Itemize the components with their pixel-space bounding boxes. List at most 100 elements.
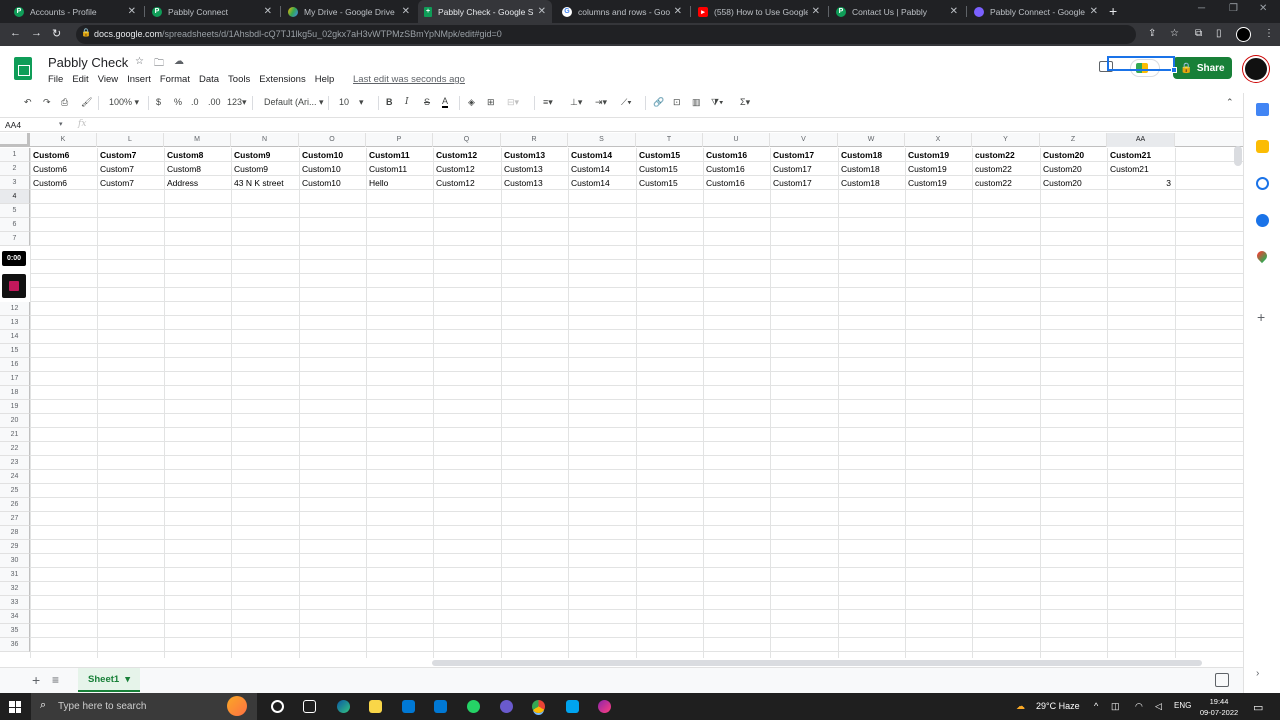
row-header[interactable]: 33 xyxy=(0,596,30,610)
row-header[interactable]: 28 xyxy=(0,526,30,540)
sheets-logo-icon[interactable] xyxy=(14,57,32,80)
text-color-icon[interactable]: A xyxy=(442,97,449,108)
column-header[interactable]: O xyxy=(299,133,366,147)
insert-chart-icon[interactable]: ▥ xyxy=(692,97,701,108)
row-header[interactable]: 24 xyxy=(0,470,30,484)
font-size-select[interactable]: 10 ▾ xyxy=(339,97,364,108)
column-header[interactable]: K xyxy=(30,133,97,147)
column-header[interactable]: P xyxy=(366,133,433,147)
browser-tab[interactable]: Pabbly Connect - Google ✕ xyxy=(968,0,1104,23)
fill-handle[interactable] xyxy=(1171,67,1177,73)
row-header[interactable]: 20 xyxy=(0,414,30,428)
add-sheet-icon[interactable]: + xyxy=(32,672,40,688)
data-cell[interactable]: Custom15 xyxy=(636,176,703,190)
data-cell[interactable]: Custom13 xyxy=(501,176,568,190)
browser-tab[interactable]: P Pabbly Connect ✕ xyxy=(146,0,278,23)
data-cell[interactable]: Custom16 xyxy=(703,176,770,190)
menu-file[interactable]: File xyxy=(48,74,63,85)
column-header[interactable]: W xyxy=(838,133,905,147)
keep-icon[interactable] xyxy=(1256,140,1269,153)
column-header[interactable]: Y xyxy=(972,133,1040,147)
header-cell[interactable]: Custom13 xyxy=(501,148,568,162)
column-header[interactable]: Z xyxy=(1040,133,1107,147)
selected-cell[interactable] xyxy=(1107,56,1175,71)
header-cell[interactable]: Custom16 xyxy=(703,148,770,162)
column-header[interactable]: N xyxy=(231,133,299,147)
data-cell[interactable]: Custom18 xyxy=(838,176,905,190)
row-header[interactable]: 1 xyxy=(0,148,30,162)
row-header[interactable]: 35 xyxy=(0,624,30,638)
close-tab-icon[interactable]: ✕ xyxy=(538,6,546,17)
data-cell[interactable]: Hello xyxy=(366,176,433,190)
row-header[interactable]: 19 xyxy=(0,400,30,414)
header-cell[interactable]: Custom17 xyxy=(770,148,837,162)
column-header[interactable]: V xyxy=(770,133,838,147)
select-all-corner[interactable] xyxy=(0,133,30,147)
data-cell[interactable]: Custom10 xyxy=(299,176,366,190)
insert-comment-icon[interactable]: ⊡ xyxy=(673,97,681,108)
data-cell[interactable]: Custom14 xyxy=(568,162,635,176)
data-cell[interactable]: Address xyxy=(164,176,231,190)
profile-avatar[interactable] xyxy=(1236,27,1251,42)
header-cell[interactable]: custom22 xyxy=(972,148,1039,162)
filter-icon[interactable]: ⧩▾ xyxy=(711,97,723,108)
merge-cells-icon[interactable]: ⊟▾ xyxy=(507,97,519,108)
horizontal-align-icon[interactable]: ≡▾ xyxy=(543,97,553,108)
app-icon[interactable] xyxy=(500,700,513,713)
weather-text[interactable]: 29°C Haze xyxy=(1036,701,1080,711)
row-header[interactable]: 14 xyxy=(0,330,30,344)
chevron-up-icon[interactable]: ^ xyxy=(1094,701,1098,711)
mail-icon[interactable] xyxy=(434,700,447,713)
edge-icon[interactable] xyxy=(337,700,350,713)
row-header[interactable]: 7 xyxy=(0,232,30,246)
collapse-menus-icon[interactable]: ⌃ xyxy=(1226,97,1234,108)
column-header[interactable]: AA xyxy=(1107,133,1175,147)
data-cell[interactable]: Custom9 xyxy=(231,162,298,176)
windows-start-icon[interactable] xyxy=(9,701,21,713)
data-cell[interactable]: Custom19 xyxy=(905,162,972,176)
close-tab-icon[interactable]: ✕ xyxy=(402,6,410,17)
maps-icon[interactable] xyxy=(1254,248,1270,264)
decrease-decimal-button[interactable]: .0 xyxy=(191,97,199,107)
insert-link-icon[interactable]: 🔗 xyxy=(653,97,664,108)
row-header[interactable]: 2 xyxy=(0,162,30,176)
close-tab-icon[interactable]: ✕ xyxy=(812,6,820,17)
fill-color-icon[interactable]: ◈ xyxy=(468,97,475,108)
extensions-icon[interactable]: ⧉ xyxy=(1195,28,1202,39)
browser-tab[interactable]: P Accounts - Profile ✕ xyxy=(8,0,142,23)
row-header[interactable]: 15 xyxy=(0,344,30,358)
cortana-icon[interactable] xyxy=(271,700,284,713)
whatsapp-icon[interactable] xyxy=(467,700,480,713)
row-header[interactable]: 34 xyxy=(0,610,30,624)
row-header[interactable]: 30 xyxy=(0,554,30,568)
column-header[interactable]: Q xyxy=(433,133,501,147)
language-indicator[interactable]: ENG xyxy=(1174,701,1191,710)
network-icon[interactable]: ◫ xyxy=(1111,701,1120,712)
data-cell[interactable]: Custom11 xyxy=(366,162,433,176)
more-formats-button[interactable]: 123▾ xyxy=(227,97,247,108)
column-header[interactable]: T xyxy=(636,133,703,147)
chevron-down-icon[interactable]: ▾ xyxy=(59,120,63,128)
menu-view[interactable]: View xyxy=(98,74,118,85)
data-cell[interactable]: Custom10 xyxy=(299,162,366,176)
data-cell[interactable]: Custom18 xyxy=(838,162,905,176)
menu-data[interactable]: Data xyxy=(199,74,219,85)
data-cell[interactable]: Custom17 xyxy=(770,162,837,176)
row-header[interactable]: 22 xyxy=(0,442,30,456)
data-cell[interactable]: Custom6 xyxy=(30,176,97,190)
row-header[interactable]: 12 xyxy=(0,302,30,316)
menu-tools[interactable]: Tools xyxy=(228,74,250,85)
text-rotation-icon[interactable]: ⟋▾ xyxy=(621,97,632,108)
data-cell[interactable]: Custom6 xyxy=(30,162,97,176)
row-header[interactable]: 29 xyxy=(0,540,30,554)
italic-icon[interactable]: I xyxy=(405,97,409,107)
header-cell[interactable]: Custom7 xyxy=(97,148,164,162)
contacts-icon[interactable] xyxy=(1256,214,1269,227)
data-cell[interactable]: custom22 xyxy=(972,176,1039,190)
column-header[interactable]: R xyxy=(501,133,568,147)
row-header[interactable]: 5 xyxy=(0,204,30,218)
close-tab-icon[interactable]: ✕ xyxy=(128,6,136,17)
all-sheets-icon[interactable]: ≡ xyxy=(52,673,59,687)
browser-tab[interactable]: G columns and rows - Goog ✕ xyxy=(556,0,688,23)
row-header[interactable]: 31 xyxy=(0,568,30,582)
